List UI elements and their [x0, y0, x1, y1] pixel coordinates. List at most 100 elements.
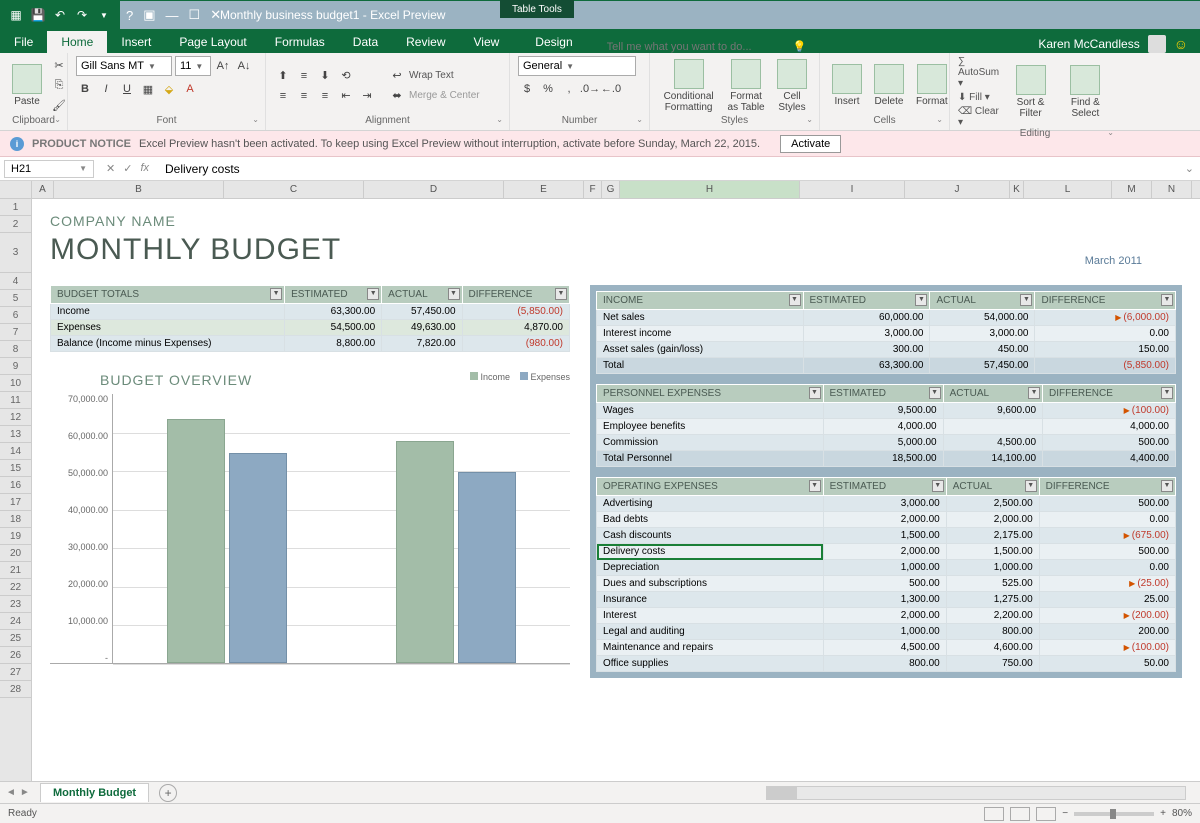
- column-header-L[interactable]: L: [1024, 181, 1112, 198]
- row-header-13[interactable]: 13: [0, 426, 31, 443]
- table-row[interactable]: Bad debts2,000.002,000.000.00: [597, 512, 1176, 528]
- clear-button[interactable]: ⌫ Clear ▾: [958, 106, 1002, 128]
- row-header-9[interactable]: 9: [0, 358, 31, 375]
- view-page-layout-icon[interactable]: [1010, 807, 1030, 821]
- align-bottom-icon[interactable]: ⬇: [316, 67, 334, 85]
- ribbon-options-icon[interactable]: ▣: [143, 7, 155, 23]
- format-painter-icon[interactable]: 🖌: [50, 97, 68, 115]
- column-header-K[interactable]: K: [1010, 181, 1024, 198]
- cut-icon[interactable]: ✂: [50, 57, 68, 75]
- table-row[interactable]: Asset sales (gain/loss)300.00450.00150.0…: [597, 342, 1176, 358]
- fill-button[interactable]: ⬇ Fill ▾: [958, 92, 1002, 103]
- cell-styles-button[interactable]: Cell Styles: [773, 57, 811, 115]
- row-header-24[interactable]: 24: [0, 613, 31, 630]
- tab-file[interactable]: File: [0, 31, 47, 53]
- qat-customize-icon[interactable]: ▼: [96, 7, 112, 23]
- row-header-16[interactable]: 16: [0, 477, 31, 494]
- row-header-19[interactable]: 19: [0, 528, 31, 545]
- row-header-26[interactable]: 26: [0, 647, 31, 664]
- table-row[interactable]: Maintenance and repairs4,500.004,600.00▶…: [597, 640, 1176, 656]
- table-row[interactable]: Commission5,000.004,500.00500.00: [597, 435, 1176, 451]
- name-box[interactable]: H21▼: [4, 160, 94, 178]
- income-table[interactable]: INCOME▼ESTIMATED▼ACTUAL▼DIFFERENCE▼Net s…: [596, 291, 1176, 374]
- align-right-icon[interactable]: ≡: [316, 87, 334, 105]
- column-header-J[interactable]: J: [905, 181, 1010, 198]
- row-header-10[interactable]: 10: [0, 375, 31, 392]
- tab-insert[interactable]: Insert: [107, 31, 165, 53]
- delete-cells-button[interactable]: Delete: [870, 62, 908, 109]
- table-row[interactable]: Employee benefits4,000.004,000.00: [597, 419, 1176, 435]
- row-header-28[interactable]: 28: [0, 681, 31, 698]
- merge-center-button[interactable]: ⬌Merge & Center: [388, 87, 480, 105]
- table-row[interactable]: Income63,300.0057,450.00(5,850.00): [51, 304, 570, 320]
- table-row[interactable]: Advertising3,000.002,500.00500.00: [597, 496, 1176, 512]
- row-header-3[interactable]: 3: [0, 233, 31, 273]
- budget-overview-chart[interactable]: BUDGET OVERVIEW Income Expenses 70,000.0…: [50, 372, 570, 664]
- shrink-font-icon[interactable]: A↓: [235, 57, 253, 75]
- column-header-N[interactable]: N: [1152, 181, 1192, 198]
- fill-color-button[interactable]: ⬙: [160, 80, 178, 98]
- font-size-select[interactable]: 11▼: [175, 56, 211, 76]
- table-row[interactable]: Expenses54,500.0049,630.004,870.00: [51, 320, 570, 336]
- activate-button[interactable]: Activate: [780, 135, 841, 153]
- table-row[interactable]: Wages9,500.009,600.00▶(100.00): [597, 403, 1176, 419]
- table-row[interactable]: Office supplies800.00750.0050.00: [597, 656, 1176, 672]
- sheet-nav-prev-icon[interactable]: ◄: [6, 787, 16, 798]
- redo-icon[interactable]: ↷: [74, 7, 90, 23]
- column-header-A[interactable]: A: [32, 181, 54, 198]
- indent-inc-icon[interactable]: ⇥: [358, 87, 376, 105]
- row-header-15[interactable]: 15: [0, 460, 31, 477]
- autosum-button[interactable]: ∑ AutoSum ▾: [958, 56, 1002, 89]
- table-total-row[interactable]: Total Personnel18,500.0014,100.004,400.0…: [597, 451, 1176, 467]
- tab-home[interactable]: Home: [47, 31, 107, 53]
- select-all-corner[interactable]: [0, 181, 32, 198]
- enter-formula-icon[interactable]: ✓: [123, 162, 132, 175]
- inc-decimal-icon[interactable]: .0→: [581, 80, 599, 98]
- row-header-6[interactable]: 6: [0, 307, 31, 324]
- italic-button[interactable]: I: [97, 80, 115, 98]
- row-header-2[interactable]: 2: [0, 216, 31, 233]
- sheet-nav-next-icon[interactable]: ►: [20, 787, 30, 798]
- table-total-row[interactable]: Total63,300.0057,450.00(5,850.00): [597, 358, 1176, 374]
- table-row[interactable]: Legal and auditing1,000.00800.00200.00: [597, 624, 1176, 640]
- sheet-tab-monthly-budget[interactable]: Monthly Budget: [40, 783, 149, 802]
- conditional-formatting-button[interactable]: Conditional Formatting: [658, 57, 719, 115]
- row-header-21[interactable]: 21: [0, 562, 31, 579]
- save-icon[interactable]: 💾: [30, 7, 46, 23]
- column-header-I[interactable]: I: [800, 181, 905, 198]
- tab-review[interactable]: Review: [392, 31, 459, 53]
- tab-data[interactable]: Data: [339, 31, 392, 53]
- row-header-22[interactable]: 22: [0, 579, 31, 596]
- table-row[interactable]: Cash discounts1,500.002,175.00▶(675.00): [597, 528, 1176, 544]
- operating-table[interactable]: OPERATING EXPENSES▼ESTIMATED▼ACTUAL▼DIFF…: [596, 477, 1176, 672]
- copy-icon[interactable]: ⎘: [50, 77, 68, 95]
- tab-view[interactable]: View: [460, 31, 514, 53]
- row-header-11[interactable]: 11: [0, 392, 31, 409]
- row-header-27[interactable]: 27: [0, 664, 31, 681]
- align-left-icon[interactable]: ≡: [274, 87, 292, 105]
- indent-dec-icon[interactable]: ⇤: [337, 87, 355, 105]
- border-button[interactable]: ▦: [139, 80, 157, 98]
- tell-me-input[interactable]: [607, 41, 787, 53]
- row-header-25[interactable]: 25: [0, 630, 31, 647]
- bold-button[interactable]: B: [76, 80, 94, 98]
- minimize-icon[interactable]: —: [166, 8, 179, 23]
- expand-formula-bar-icon[interactable]: ⌄: [1179, 162, 1200, 175]
- column-header-M[interactable]: M: [1112, 181, 1152, 198]
- align-center-icon[interactable]: ≡: [295, 87, 313, 105]
- zoom-level[interactable]: 80%: [1172, 808, 1192, 819]
- row-header-14[interactable]: 14: [0, 443, 31, 460]
- grow-font-icon[interactable]: A↑: [214, 57, 232, 75]
- font-color-button[interactable]: A: [181, 80, 199, 98]
- column-header-G[interactable]: G: [602, 181, 620, 198]
- avatar[interactable]: [1148, 35, 1166, 53]
- dec-decimal-icon[interactable]: ←.0: [602, 80, 620, 98]
- zoom-slider[interactable]: [1074, 812, 1154, 816]
- row-header-20[interactable]: 20: [0, 545, 31, 562]
- budget-totals-table[interactable]: BUDGET TOTALS▼ESTIMATED▼ACTUAL▼DIFFERENC…: [50, 285, 570, 352]
- table-row[interactable]: Balance (Income minus Expenses)8,800.007…: [51, 336, 570, 352]
- tell-me-box[interactable]: 💡: [607, 40, 807, 53]
- column-header-H[interactable]: H: [620, 181, 800, 198]
- insert-cells-button[interactable]: Insert: [828, 62, 866, 109]
- format-as-table-button[interactable]: Format as Table: [723, 57, 769, 115]
